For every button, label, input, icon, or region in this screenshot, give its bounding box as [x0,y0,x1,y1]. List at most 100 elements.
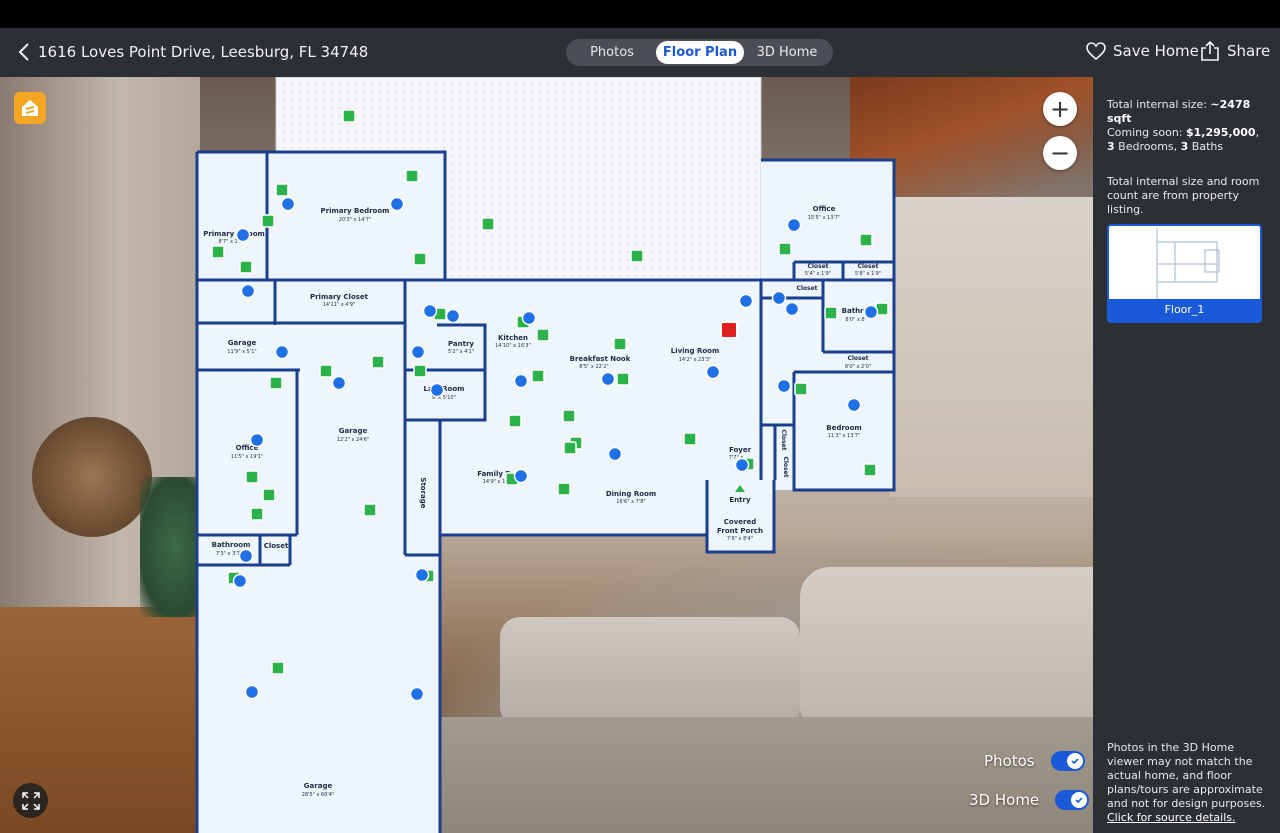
room-dims: 14'2" x 23'3" [679,357,712,363]
zoom-in-button[interactable]: + [1043,92,1077,126]
room-dims: 14'11" x 4'9" [323,302,356,308]
photo-marker[interactable] [269,376,283,390]
tab-photos[interactable]: Photos [568,41,656,64]
heart-icon [1086,42,1106,60]
photo-marker[interactable] [211,245,225,259]
floor-plan[interactable]: Primary Bedroom 20'3" x 14'7" Primary B … [0,77,1093,833]
photo-marker[interactable] [563,441,577,455]
photo-marker[interactable] [616,372,630,386]
tour-marker[interactable] [734,457,750,473]
room-name-closet: Closet [847,355,868,362]
photo-marker[interactable] [261,214,275,228]
tour-marker[interactable] [776,378,792,394]
back-button[interactable]: 1616 Loves Point Drive, Leesburg, FL 347… [14,41,368,63]
room-name-storage: Storage [419,477,427,508]
photo-marker[interactable] [562,409,576,423]
photos-toggle[interactable] [1050,751,1085,771]
tour-marker[interactable] [389,196,405,212]
photo-marker[interactable] [683,432,697,446]
photo-marker[interactable] [536,328,550,342]
tour-marker[interactable] [784,301,800,317]
source-details-link[interactable]: Click for source details. [1107,811,1236,824]
save-home-button[interactable]: Save Home [1086,42,1199,60]
photo-marker[interactable] [859,233,873,247]
tour-marker[interactable] [738,293,754,309]
listing-note: Total internal size and room count are f… [1107,175,1260,216]
3d-home-viewer[interactable]: Primary Bedroom 20'3" x 14'7" Primary B … [0,77,1093,833]
photo-marker[interactable] [778,242,792,256]
photo-marker[interactable] [405,169,419,183]
3d-home-toggle[interactable] [1055,790,1090,810]
tour-marker[interactable] [238,548,254,564]
beds-label: Bedrooms [1118,140,1174,153]
tour-marker[interactable] [331,375,347,391]
photo-marker[interactable] [342,109,356,123]
room-dims: 16'6" x 7'8" [616,499,645,505]
photo-marker[interactable] [239,260,253,274]
tour-marker[interactable] [422,303,438,319]
tour-marker[interactable] [274,344,290,360]
tour-marker[interactable] [240,283,256,299]
floor-thumbnail-card[interactable]: Floor_1 [1107,224,1262,323]
current-position-marker[interactable] [720,321,738,339]
baths-label: Baths [1191,140,1224,153]
photo-marker[interactable] [413,364,427,378]
tour-marker[interactable] [786,217,802,233]
tour-marker[interactable] [409,686,425,702]
room-name-kitchen: Kitchen [498,334,528,342]
photo-marker[interactable] [371,355,385,369]
room-dims: 8'0" x 2'0" [845,364,871,370]
photo-marker[interactable] [363,503,377,517]
room-dims: 8'7" x 1 [218,239,237,245]
photos-toggle-row: Photos [984,751,1085,771]
photo-marker[interactable] [262,488,276,502]
room-name-covered-front-porch-2: Front Porch [717,527,763,535]
tour-marker[interactable] [244,684,260,700]
tour-marker[interactable] [513,373,529,389]
photo-marker[interactable] [630,249,644,263]
tour-marker[interactable] [232,573,248,589]
zillow-home-icon[interactable] [14,92,46,124]
room-name-living-room: Living Room [671,347,720,355]
tour-marker[interactable] [235,227,251,243]
tour-marker[interactable] [445,308,461,324]
tour-marker[interactable] [429,382,445,398]
room-name-pantry: Pantry [448,340,474,348]
photo-marker[interactable] [271,661,285,675]
tour-marker[interactable] [521,310,537,326]
photo-marker[interactable] [250,507,264,521]
photo-marker[interactable] [794,382,808,396]
share-button[interactable]: Share [1200,41,1270,61]
tour-marker[interactable] [280,196,296,212]
photo-marker[interactable] [245,470,259,484]
photos-toggle-label: Photos [984,752,1035,770]
tour-marker[interactable] [771,290,787,306]
tour-marker[interactable] [846,397,862,413]
fullscreen-button[interactable] [13,783,48,818]
tour-marker[interactable] [410,344,426,360]
room-dims: 20'3" x 14'7" [339,217,372,223]
photo-marker[interactable] [508,414,522,428]
tab-3d-home[interactable]: 3D Home [744,41,830,64]
tour-marker[interactable] [513,468,529,484]
tour-marker[interactable] [414,567,430,583]
tour-marker[interactable] [863,304,879,320]
room-name-closet: Closet [780,429,787,450]
tab-floor-plan[interactable]: Floor Plan [656,41,744,64]
photo-marker[interactable] [557,482,571,496]
photo-marker[interactable] [863,463,877,477]
tour-marker[interactable] [607,446,623,462]
room-name-closet: Closet [264,542,289,550]
photo-marker[interactable] [481,217,495,231]
tour-marker[interactable] [705,364,721,380]
photo-marker[interactable] [613,337,627,351]
photo-marker[interactable] [531,369,545,383]
zoom-out-button[interactable]: − [1043,136,1077,170]
photo-marker[interactable] [275,183,289,197]
tour-marker[interactable] [600,371,616,387]
tour-marker[interactable] [249,432,265,448]
photo-marker[interactable] [413,252,427,266]
3d-home-toggle-row: 3D Home [969,790,1090,810]
photo-marker[interactable] [319,364,333,378]
photo-marker[interactable] [824,306,838,320]
